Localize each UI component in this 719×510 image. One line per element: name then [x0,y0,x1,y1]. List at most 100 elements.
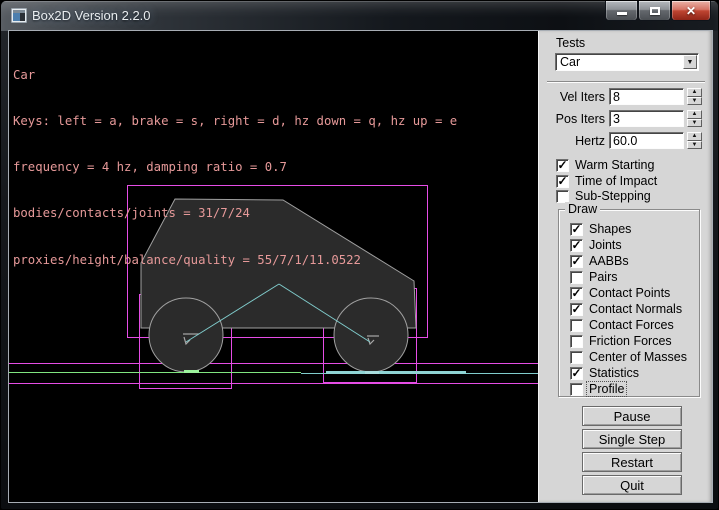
checkbox-box: ✓ [570,239,583,252]
checkmark-icon: ✓ [557,160,567,170]
checkbox-label: Time of Impact [575,174,657,188]
window-content: Car Keys: left = a, brake = s, right = d… [9,31,712,502]
chevron-down-icon: ▼ [687,59,694,66]
vel-iters-label: Vel Iters [539,90,605,104]
contact-normals-checkbox[interactable]: ✓ Contact Normals [570,302,682,316]
joints-checkbox[interactable]: ✓ Joints [570,238,622,252]
minimize-icon [617,12,627,15]
checkmark-icon: ✓ [571,288,581,298]
maximize-icon [650,7,660,15]
stats-text-block: Car Keys: left = a, brake = s, right = d… [13,37,457,299]
pos-iters-label: Pos Iters [539,112,605,126]
restart-button-label: Restart [611,455,653,470]
separator [547,81,705,83]
dropdown-button[interactable]: ▼ [683,55,697,69]
tests-label: Tests [556,36,585,50]
checkbox-box: ✓ [556,190,569,203]
checkbox-box: ✓ [570,319,583,332]
checkbox-box: ✓ [570,351,583,364]
checkbox-label: Contact Normals [589,302,682,316]
center-of-masses-checkbox[interactable]: ✓ Center of Masses [570,350,687,364]
warm-starting-checkbox[interactable]: ✓ Warm Starting [556,158,654,172]
checkbox-label: AABBs [589,254,629,268]
contact-point-front [365,371,379,374]
contact-point-rear [184,370,199,373]
checkmark-icon: ✓ [571,368,581,378]
checkbox-box: ✓ [570,383,583,396]
pause-button-label: Pause [614,409,651,424]
hertz-input[interactable] [609,132,684,149]
checkbox-label: Statistics [589,366,639,380]
vel-iters-input[interactable] [609,88,684,105]
pos-iters-input[interactable] [609,110,684,127]
wheel-front-shape [334,298,408,372]
pos-iters-spinner: ▲ ▼ [687,110,702,127]
arrow-up-icon: ▲ [692,111,698,117]
checkbox-label: Profile [587,382,626,396]
time-of-impact-checkbox[interactable]: ✓ Time of Impact [556,174,657,188]
close-icon: ✕ [686,2,696,20]
title-bar[interactable]: Box2D Version 2.2.0 ✕ [1,1,718,31]
close-button[interactable]: ✕ [671,1,711,21]
spin-up-button[interactable]: ▲ [687,110,702,119]
shapes-checkbox[interactable]: ✓ Shapes [570,222,631,236]
app-icon-dark-pane [20,13,25,21]
restart-button[interactable]: Restart [582,452,682,472]
checkbox-box: ✓ [556,175,569,188]
statistics-checkbox[interactable]: ✓ Statistics [570,366,639,380]
stats-line-bodies: bodies/contacts/joints = 31/7/24 [13,206,457,221]
vel-iters-spinner: ▲ ▼ [687,88,702,105]
checkbox-box: ✓ [570,367,583,380]
hertz-spinner: ▲ ▼ [687,132,702,149]
spin-up-button[interactable]: ▲ [687,132,702,141]
checkbox-label: Contact Points [589,286,670,300]
maximize-button[interactable] [638,1,671,21]
app-icon-blue-pane [13,13,20,21]
checkmark-icon: ✓ [571,256,581,266]
spin-down-button[interactable]: ▼ [687,97,702,106]
tests-dropdown[interactable]: Car ▼ [555,53,699,71]
checkbox-box: ✓ [570,335,583,348]
window-controls: ✕ [605,1,711,21]
pause-button[interactable]: Pause [582,406,682,426]
control-panel: Tests Car ▼ Vel Iters ▲ ▼ Pos Iters ▲ ▼ … [538,31,712,502]
checkbox-label: Joints [589,238,622,252]
profile-checkbox[interactable]: ✓ Profile [570,382,626,396]
spin-up-button[interactable]: ▲ [687,88,702,97]
hertz-label: Hertz [539,134,605,148]
window-title: Box2D Version 2.2.0 [32,8,151,23]
spin-down-button[interactable]: ▼ [687,141,702,150]
single-step-button[interactable]: Single Step [582,429,682,449]
checkmark-icon: ✓ [571,224,581,234]
stats-line-proxies: proxies/height/balance/quality = 55/7/1/… [13,253,457,268]
single-step-button-label: Single Step [599,432,666,447]
wheel-rear-shape [149,298,223,372]
contact-points-checkbox[interactable]: ✓ Contact Points [570,286,670,300]
checkbox-box: ✓ [570,255,583,268]
checkbox-label: Shapes [589,222,631,236]
quit-button[interactable]: Quit [582,475,682,495]
pairs-checkbox[interactable]: ✓ Pairs [570,270,617,284]
simulation-viewport[interactable]: Car Keys: left = a, brake = s, right = d… [9,31,538,502]
arrow-down-icon: ▼ [692,142,698,148]
checkbox-box: ✓ [570,223,583,236]
minimize-button[interactable] [605,1,638,21]
aabbs-checkbox[interactable]: ✓ AABBs [570,254,629,268]
stats-line-keys: Keys: left = a, brake = s, right = d, hz… [13,114,457,129]
app-window: Box2D Version 2.2.0 ✕ [0,0,719,510]
quit-button-label: Quit [620,478,644,493]
arrow-down-icon: ▼ [692,98,698,104]
checkbox-box: ✓ [556,159,569,172]
checkbox-label: Sub-Stepping [575,189,651,203]
checkmark-icon: ✓ [557,176,567,186]
spin-down-button[interactable]: ▼ [687,119,702,128]
draw-group-title: Draw [565,202,600,216]
checkmark-icon: ✓ [571,304,581,314]
sub-stepping-checkbox[interactable]: ✓ Sub-Stepping [556,189,651,203]
friction-forces-checkbox[interactable]: ✓ Friction Forces [570,334,672,348]
checkbox-label: Warm Starting [575,158,654,172]
contact-forces-checkbox[interactable]: ✓ Contact Forces [570,318,674,332]
stats-line-frequency: frequency = 4 hz, damping ratio = 0.7 [13,160,457,175]
arrow-up-icon: ▲ [692,89,698,95]
arrow-down-icon: ▼ [692,120,698,126]
